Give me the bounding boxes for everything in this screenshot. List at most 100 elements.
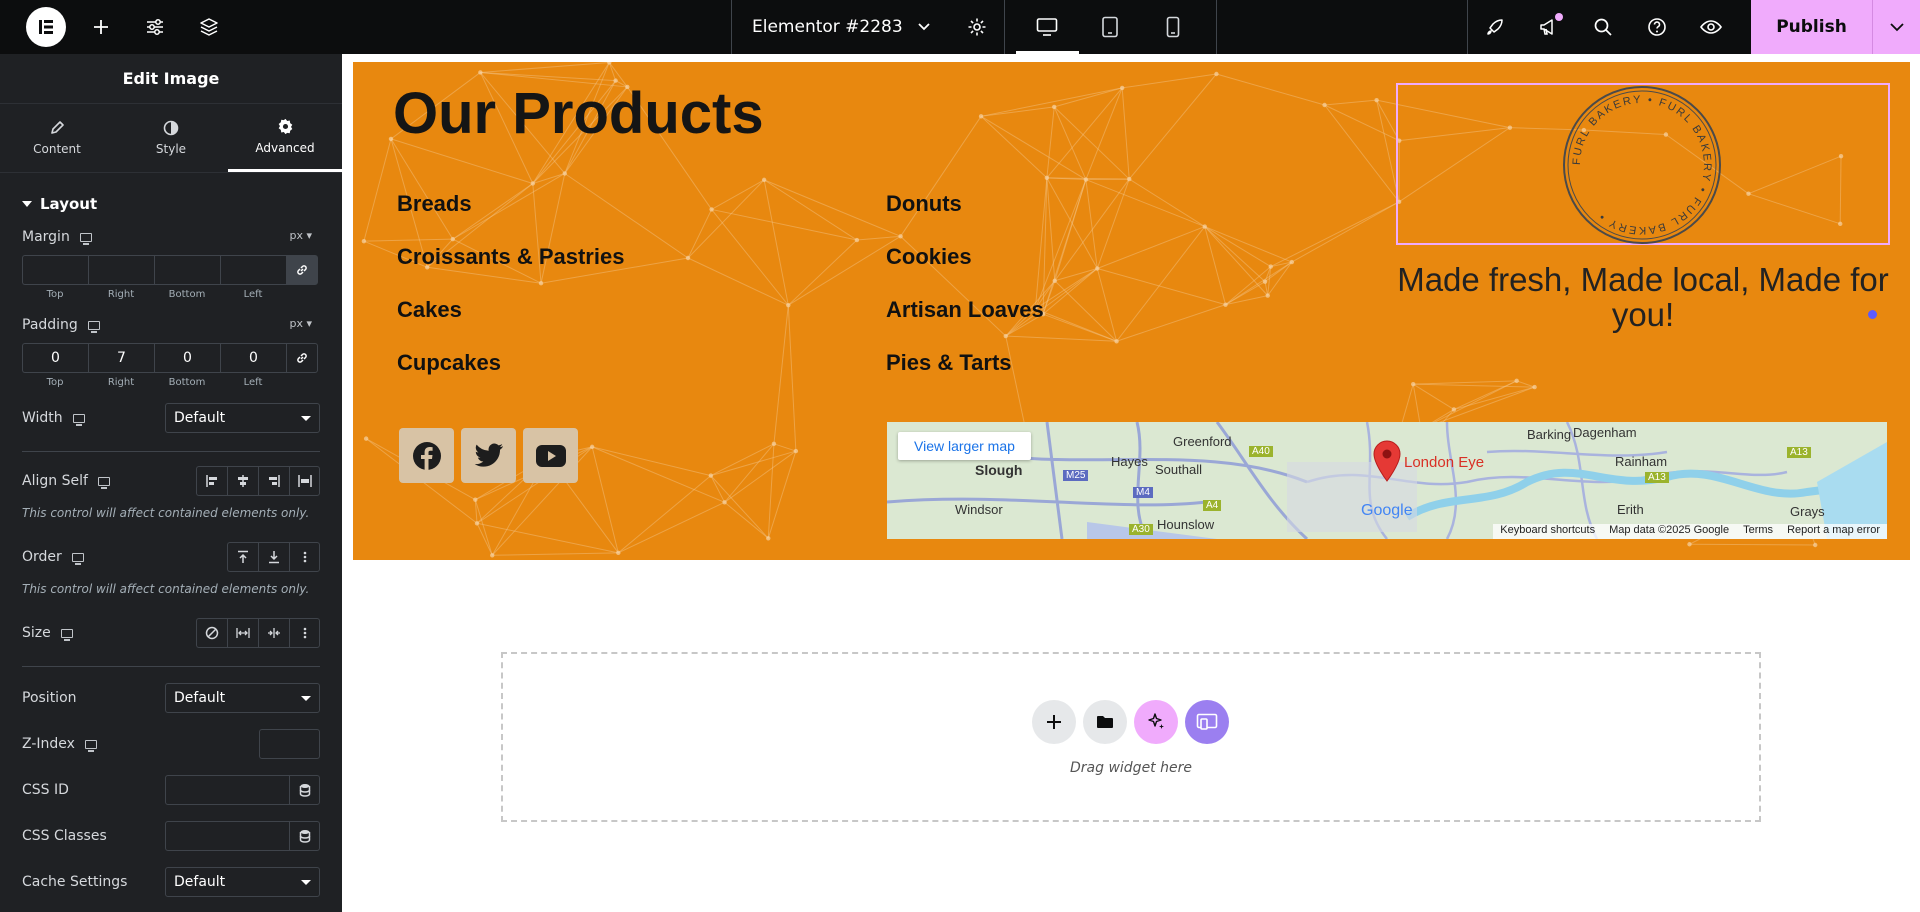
ai-sparkle-icon[interactable] — [1134, 700, 1178, 744]
responsive-desktop-icon[interactable] — [79, 232, 92, 245]
search-icon[interactable] — [1576, 0, 1630, 54]
size-control: Size — [0, 618, 342, 648]
margin-right-input[interactable] — [88, 255, 154, 285]
responsive-desktop-icon[interactable] — [72, 413, 85, 426]
product-item[interactable]: Cakes — [397, 297, 462, 323]
product-item[interactable]: Croissants & Pastries — [397, 244, 624, 270]
cache-settings-value: Default — [174, 874, 226, 890]
product-item[interactable]: Artisan Loaves — [886, 297, 1044, 323]
rocket-icon[interactable] — [1468, 0, 1522, 54]
responsive-layout-icon[interactable] — [1185, 700, 1229, 744]
margin-top-input[interactable] — [22, 255, 88, 285]
site-settings-icon[interactable] — [128, 0, 182, 54]
link-values-icon[interactable] — [286, 343, 318, 373]
selected-image-widget[interactable]: FURL BAKERY • FURL BAKERY • FURL BAKERY … — [1396, 83, 1890, 245]
gear-icon — [278, 118, 292, 135]
margin-unit-select[interactable]: px ▾ — [289, 229, 312, 242]
responsive-desktop-icon[interactable] — [84, 739, 97, 752]
css-classes-input[interactable] — [165, 821, 320, 851]
order-start-icon[interactable] — [227, 542, 258, 572]
padding-control: Padding px ▾ 0 7 0 0 Top Right Bottom Le… — [0, 317, 342, 389]
add-element-icon[interactable] — [74, 0, 128, 54]
publish-options-chevron-icon[interactable] — [1873, 0, 1920, 54]
size-none-icon[interactable] — [196, 618, 227, 648]
align-stretch-icon[interactable] — [289, 466, 320, 496]
margin-control: Margin px ▾ Top Right Bottom Left — [0, 229, 342, 301]
padding-right-input[interactable]: 7 — [88, 343, 154, 373]
width-select-value: Default — [174, 410, 226, 426]
desktop-view-icon[interactable] — [1015, 0, 1079, 54]
report-map-error-link[interactable]: Report a map error — [1780, 524, 1887, 539]
width-select[interactable]: Default — [165, 403, 320, 433]
order-end-icon[interactable] — [258, 542, 289, 572]
margin-bottom-input[interactable] — [154, 255, 220, 285]
tab-content[interactable]: Content — [0, 104, 114, 172]
more-options-icon[interactable] — [289, 618, 320, 648]
padding-bottom-input[interactable]: 0 — [154, 343, 220, 373]
dim-label-left: Left — [243, 377, 263, 388]
preview-eye-icon[interactable] — [1684, 0, 1738, 54]
tagline[interactable]: Made fresh, Made local, Made for you! — [1393, 262, 1893, 332]
road-badge: A4 — [1203, 500, 1222, 511]
responsive-desktop-icon[interactable] — [71, 552, 84, 565]
product-item[interactable]: Cupcakes — [397, 350, 501, 376]
document-title-dropdown[interactable]: Elementor #2283 — [731, 0, 951, 54]
tab-advanced[interactable]: Advanced — [228, 104, 342, 172]
add-section-plus-icon[interactable] — [1032, 700, 1076, 744]
tablet-view-icon[interactable] — [1079, 0, 1142, 54]
publish-button[interactable]: Publish — [1751, 0, 1873, 54]
product-item[interactable]: Donuts — [886, 191, 962, 217]
margin-left-input[interactable] — [220, 255, 286, 285]
zindex-input[interactable] — [259, 729, 320, 759]
page-heading[interactable]: Our Products — [393, 80, 764, 147]
align-end-icon[interactable] — [258, 466, 289, 496]
map-place: Slough — [975, 462, 1023, 478]
size-grow-icon[interactable] — [227, 618, 258, 648]
dynamic-tags-icon[interactable] — [289, 822, 319, 850]
empty-drop-zone[interactable]: Drag widget here — [501, 652, 1761, 822]
link-values-icon[interactable] — [286, 255, 318, 285]
align-center-icon[interactable] — [227, 466, 258, 496]
padding-unit-select[interactable]: px ▾ — [289, 317, 312, 330]
google-map-widget[interactable]: View larger map Slough Hayes Southall Gr… — [887, 422, 1887, 539]
align-self-note: This control will affect contained eleme… — [22, 506, 310, 520]
responsive-desktop-icon[interactable] — [60, 628, 73, 641]
product-item[interactable]: Pies & Tarts — [886, 350, 1012, 376]
cache-settings-select[interactable]: Default — [165, 867, 320, 897]
responsive-desktop-icon[interactable] — [87, 320, 100, 333]
padding-left-input[interactable]: 0 — [220, 343, 286, 373]
product-item[interactable]: Cookies — [886, 244, 972, 270]
page-settings-gear-icon[interactable] — [951, 0, 1005, 54]
structure-layers-icon[interactable] — [182, 0, 236, 54]
terms-link[interactable]: Terms — [1736, 524, 1780, 539]
elementor-logo-icon[interactable] — [26, 7, 66, 47]
drop-zone-buttons — [1032, 700, 1229, 744]
padding-top-input[interactable]: 0 — [22, 343, 88, 373]
position-select[interactable]: Default — [165, 683, 320, 713]
order-label: Order — [22, 549, 62, 565]
tab-content-label: Content — [33, 142, 81, 156]
twitter-icon[interactable] — [461, 428, 516, 483]
whats-new-megaphone-icon[interactable] — [1522, 0, 1576, 54]
responsive-desktop-icon[interactable] — [97, 476, 110, 489]
facebook-icon[interactable] — [399, 428, 454, 483]
css-id-input[interactable] — [165, 775, 320, 805]
mobile-view-icon[interactable] — [1142, 0, 1205, 54]
help-icon[interactable] — [1630, 0, 1684, 54]
products-section[interactable]: Our Products Breads Croissants & Pastrie… — [353, 62, 1910, 560]
product-item[interactable]: Breads — [397, 191, 472, 217]
zindex-control: Z-Index — [0, 729, 342, 759]
handle-dot[interactable] — [1868, 310, 1877, 319]
youtube-icon[interactable] — [523, 428, 578, 483]
align-start-icon[interactable] — [196, 466, 227, 496]
layout-section-toggle[interactable]: Layout — [0, 179, 342, 229]
size-shrink-icon[interactable] — [258, 618, 289, 648]
tab-style[interactable]: Style — [114, 104, 228, 172]
caret-down-icon — [301, 696, 311, 701]
view-larger-map-link[interactable]: View larger map — [898, 432, 1031, 460]
template-library-folder-icon[interactable] — [1083, 700, 1127, 744]
more-options-icon[interactable] — [289, 542, 320, 572]
keyboard-shortcuts-link[interactable]: Keyboard shortcuts — [1493, 524, 1602, 539]
padding-unit: px — [289, 317, 303, 330]
dynamic-tags-icon[interactable] — [289, 776, 319, 804]
